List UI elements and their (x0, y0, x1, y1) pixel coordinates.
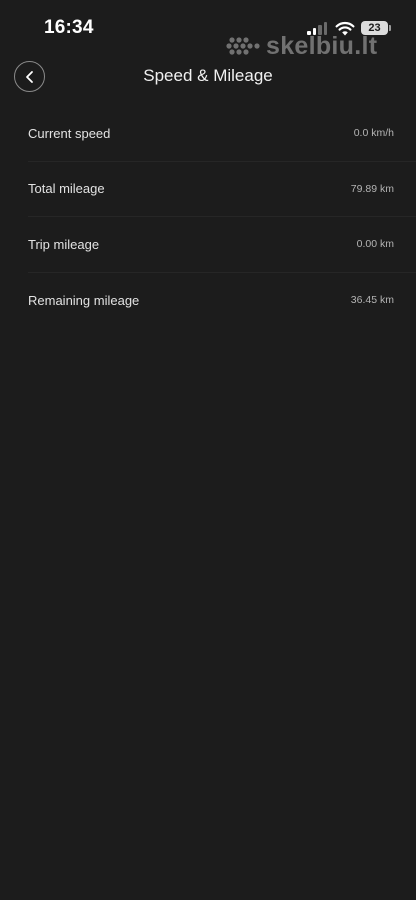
list-item-trip-mileage: Trip mileage 0.00 km (28, 217, 416, 273)
row-value: 0.0 km/h (353, 127, 394, 140)
list-item-total-mileage: Total mileage 79.89 km (28, 162, 416, 217)
speed-mileage-screen: 16:34 23 skelbiu.lt Speed & Mileage Curr… (0, 0, 416, 900)
row-value: 36.45 km (350, 294, 394, 307)
row-label: Trip mileage (28, 236, 100, 252)
page-title: Speed & Mileage (143, 66, 273, 85)
row-value: 79.89 km (350, 182, 394, 195)
row-value: 0.00 km (356, 238, 394, 251)
list-item-current-speed: Current speed 0.0 km/h (28, 106, 416, 162)
status-time: 16:34 (44, 17, 94, 38)
row-label: Current speed (28, 125, 111, 141)
row-label: Remaining mileage (28, 292, 140, 308)
list-item-remaining-mileage: Remaining mileage 36.45 km (28, 273, 416, 329)
row-label: Total mileage (28, 181, 105, 197)
header: Speed & Mileage (0, 56, 416, 98)
mileage-list: Current speed 0.0 km/h Total mileage 79.… (0, 106, 416, 328)
